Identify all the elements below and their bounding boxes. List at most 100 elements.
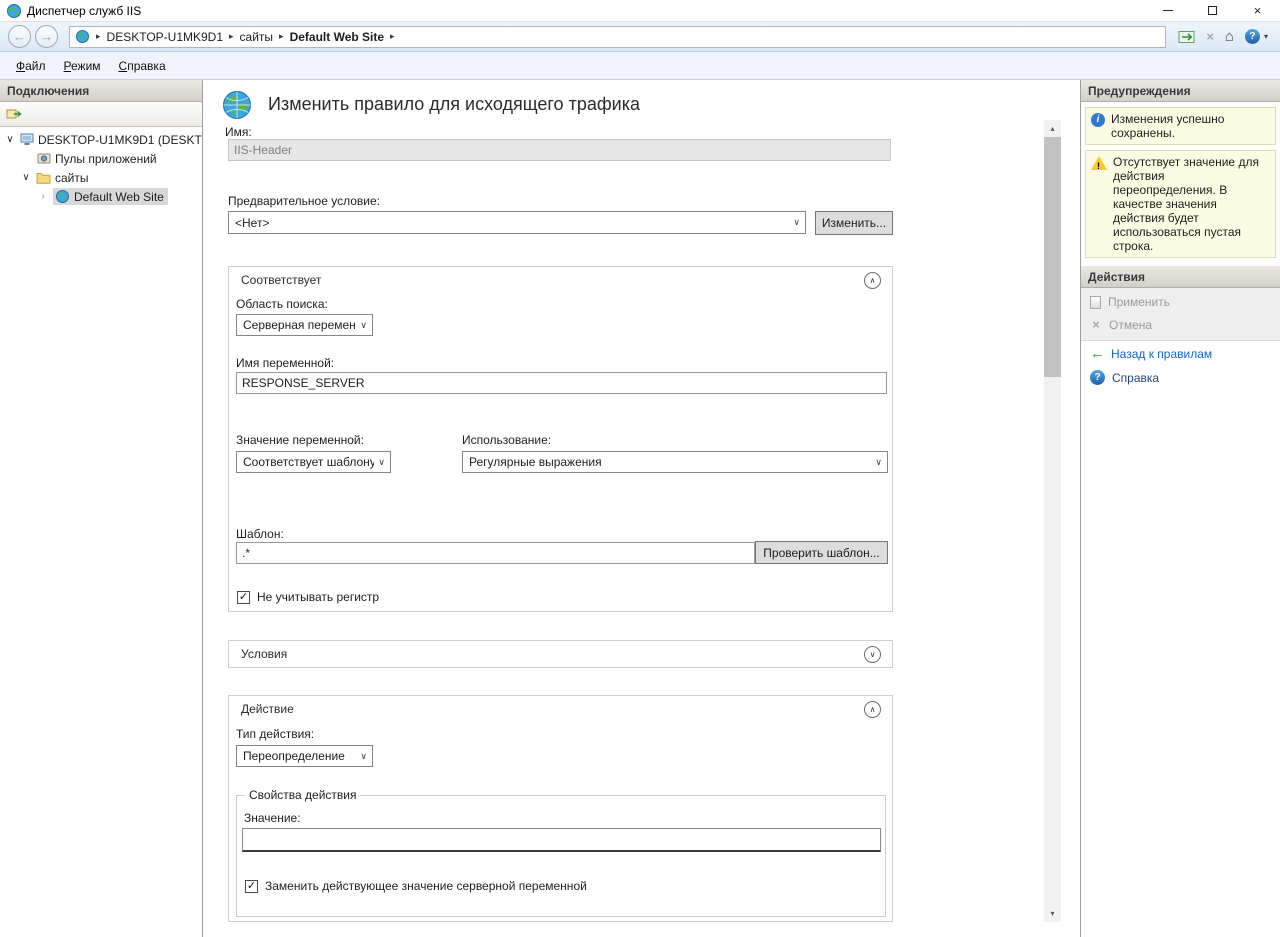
tree-item-default-web-site[interactable]: › Default Web Site (0, 187, 202, 206)
expand-conditions-button[interactable]: ∨ (864, 646, 881, 663)
folder-icon (36, 172, 51, 184)
create-connection-icon[interactable] (6, 107, 22, 121)
conditions-section: Условия ∨ (228, 640, 893, 668)
scroll-up-icon: ▴ (1050, 124, 1054, 133)
chevron-down-icon: ∨ (360, 320, 367, 331)
menu-view[interactable]: Режим (55, 54, 110, 78)
help-action[interactable]: ? Справка (1081, 366, 1280, 389)
help-icon[interactable]: ? (1245, 29, 1260, 44)
menu-bar: Файл Режим Справка (0, 52, 1280, 80)
breadcrumb-separator-icon[interactable]: ▸ (96, 31, 101, 42)
iis-app-icon (6, 3, 22, 19)
pattern-input[interactable] (236, 542, 755, 564)
action-value-input[interactable] (242, 828, 881, 852)
address-bar: ← → ▸ DESKTOP-U1MK9D1 ▸ сайты ▸ Default … (0, 22, 1280, 52)
window-title: Диспетчер служб IIS (27, 4, 1145, 18)
help-icon: ? (1090, 370, 1105, 385)
variable-value-select[interactable]: Соответствует шаблону ∨ (236, 451, 391, 473)
checkbox-checked-icon[interactable]: ✓ (237, 591, 250, 604)
apply-action[interactable]: Применить (1081, 291, 1280, 313)
collapse-match-button[interactable]: ∧ (864, 272, 881, 289)
match-section-header: Соответствует ∧ (229, 267, 892, 293)
variable-name-input[interactable] (236, 372, 887, 394)
back-button[interactable]: ← (8, 25, 31, 48)
apply-label: Применить (1108, 295, 1170, 309)
selected-tree-item[interactable]: Default Web Site (53, 188, 168, 205)
ignore-case-checkbox[interactable]: ✓ Не учитывать регистр (237, 590, 379, 604)
main-scrollbar[interactable]: ▴ ▾ (1044, 120, 1061, 922)
using-label: Использование: (462, 433, 551, 447)
back-arrow-icon: ← (13, 29, 26, 44)
breadcrumb-separator-icon[interactable]: ▸ (229, 31, 234, 42)
app-pools-icon (37, 152, 51, 165)
using-select[interactable]: Регулярные выражения ∨ (462, 451, 888, 473)
close-button[interactable]: × (1235, 0, 1280, 22)
apply-icon (1090, 296, 1101, 309)
action-type-value: Переопределение (243, 749, 356, 763)
menu-help[interactable]: Справка (110, 54, 175, 78)
collapse-action-button[interactable]: ∧ (864, 701, 881, 718)
name-label: Имя: (225, 125, 252, 139)
alert-warning: Отсутствует значение для действия переоп… (1085, 150, 1276, 258)
precondition-value: <Нет> (235, 216, 789, 230)
breadcrumb-item-sites[interactable]: сайты (240, 30, 274, 44)
cancel-action[interactable]: × Отмена (1081, 313, 1280, 336)
tree-item-server[interactable]: ∨ DESKTOP-U1MK9D1 (DESKTOI (0, 130, 202, 149)
chevron-collapsed-icon[interactable]: › (37, 191, 49, 202)
forward-button[interactable]: → (35, 25, 58, 48)
scroll-down-icon: ▾ (1050, 909, 1054, 918)
chevron-down-icon: ∨ (378, 457, 385, 468)
help-dropdown-icon[interactable]: ▾ (1264, 32, 1268, 41)
chevron-expanded-icon[interactable]: ∨ (20, 172, 32, 183)
scope-select[interactable]: Серверная переменн ∨ (236, 314, 373, 336)
tree-item-label: DESKTOP-U1MK9D1 (DESKTOI (38, 133, 202, 147)
cancel-label: Отмена (1109, 318, 1152, 332)
actions-header-label: Действия (1088, 270, 1145, 284)
breadcrumb-separator-icon[interactable]: ▸ (279, 31, 284, 42)
minimize-button[interactable] (1145, 0, 1190, 22)
precondition-label: Предварительное условие: (228, 194, 380, 208)
page-title: Изменить правило для исходящего трафика (268, 94, 640, 115)
window-controls: × (1145, 0, 1280, 22)
action-type-select[interactable]: Переопределение ∨ (236, 745, 373, 767)
stop-icon[interactable]: × (1206, 29, 1214, 44)
alert-info-text: Изменения успешно сохранены. (1111, 112, 1270, 140)
scroll-up-button[interactable]: ▴ (1044, 120, 1061, 137)
back-arrow-icon: ← (1090, 345, 1104, 362)
scroll-down-button[interactable]: ▾ (1044, 905, 1061, 922)
breadcrumb-separator-icon[interactable]: ▸ (390, 31, 395, 42)
scrollbar-thumb[interactable] (1044, 137, 1061, 377)
checkbox-checked-icon[interactable]: ✓ (245, 880, 258, 893)
scope-value: Серверная переменн (243, 318, 356, 332)
menu-file[interactable]: Файл (7, 54, 55, 78)
maximize-button[interactable] (1190, 0, 1235, 22)
connections-panel: Подключения ∨ DESKTOP-U1MK9D1 (DESKTOI П… (0, 80, 203, 937)
chevron-down-icon: ∨ (870, 650, 876, 659)
alert-info: i Изменения успешно сохранены. (1085, 107, 1276, 145)
chevron-expanded-icon[interactable]: ∨ (4, 134, 16, 145)
home-icon[interactable]: ⌂ (1225, 28, 1234, 45)
refresh-icon[interactable] (1178, 30, 1195, 44)
action-properties-legend: Свойства действия (245, 788, 360, 802)
tree-item-sites[interactable]: ∨ сайты (0, 168, 202, 187)
server-icon (20, 133, 34, 146)
breadcrumb-item-server[interactable]: DESKTOP-U1MK9D1 (107, 30, 223, 44)
check-icon: ✓ (239, 592, 248, 603)
breadcrumb[interactable]: ▸ DESKTOP-U1MK9D1 ▸ сайты ▸ Default Web … (69, 26, 1166, 48)
variable-value-value: Соответствует шаблону (243, 455, 374, 469)
connections-tree: ∨ DESKTOP-U1MK9D1 (DESKTOI Пулы приложен… (0, 127, 202, 206)
breadcrumb-item-default-web-site[interactable]: Default Web Site (290, 30, 384, 44)
cancel-icon: × (1090, 317, 1102, 332)
back-to-rules-label: Назад к правилам (1111, 347, 1212, 361)
test-pattern-button[interactable]: Проверить шаблон... (755, 541, 888, 564)
name-input (228, 139, 891, 161)
tree-item-app-pools[interactable]: Пулы приложений (0, 149, 202, 168)
precondition-select[interactable]: <Нет> ∨ (228, 211, 806, 234)
replace-value-checkbox[interactable]: ✓ Заменить действующее значение серверно… (245, 879, 587, 893)
tree-item-label: Пулы приложений (55, 152, 157, 166)
precondition-edit-button[interactable]: Изменить... (815, 211, 893, 235)
conditions-section-title: Условия (241, 647, 864, 661)
back-to-rules-action[interactable]: ← Назад к правилам (1081, 341, 1280, 366)
alert-warning-text: Отсутствует значение для действия переоп… (1113, 155, 1270, 253)
info-icon: i (1091, 113, 1105, 127)
